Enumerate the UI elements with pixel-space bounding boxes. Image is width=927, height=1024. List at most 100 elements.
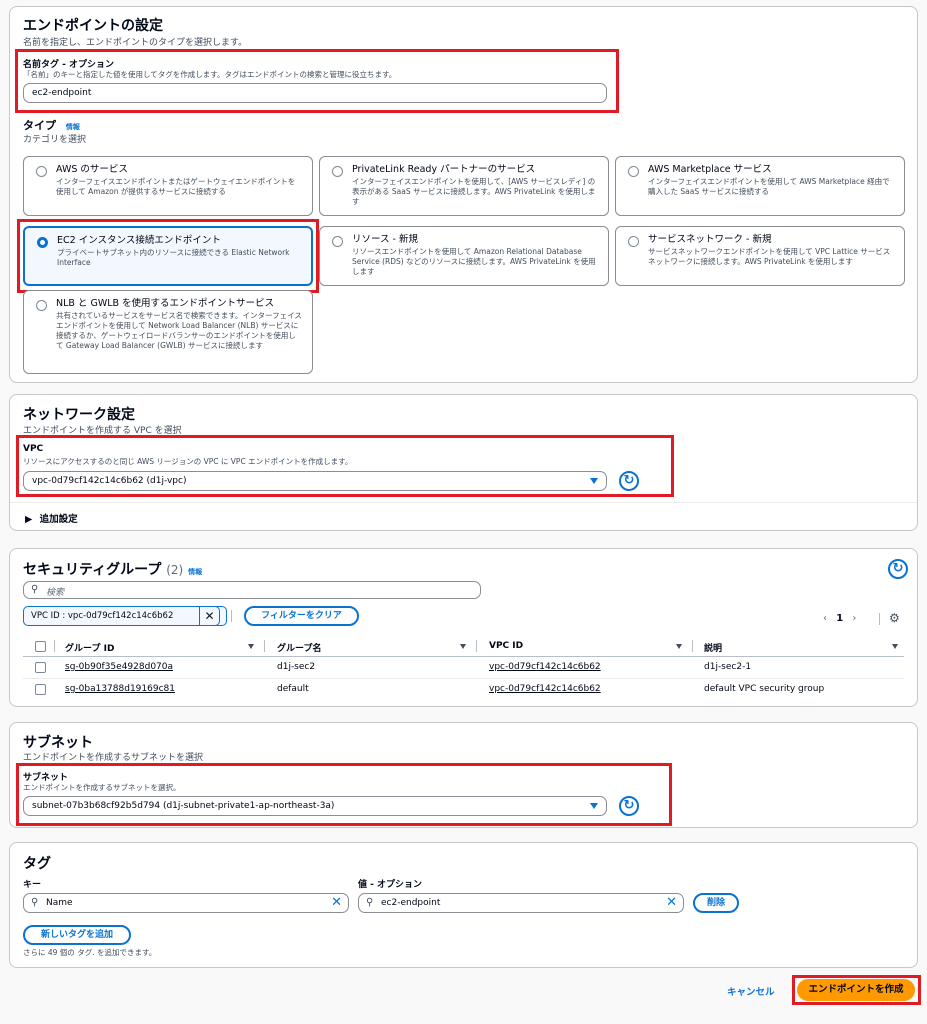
- sort-icon[interactable]: [248, 644, 254, 649]
- sort-icon[interactable]: [892, 644, 898, 649]
- radio-aws-services[interactable]: [36, 166, 47, 177]
- search-icon: ⚲: [366, 897, 374, 908]
- radio-marketplace[interactable]: [628, 166, 639, 177]
- tag-key-label: キー: [23, 880, 42, 890]
- clear-filters-button[interactable]: フィルターをクリア: [244, 606, 359, 626]
- column-header-group-id[interactable]: グループ ID: [65, 641, 114, 654]
- radio-privatelink-partner[interactable]: [332, 166, 343, 177]
- sg-info-link[interactable]: 情報: [188, 568, 202, 576]
- additional-settings-toggle[interactable]: ▶ 追加設定: [25, 511, 78, 525]
- type-tile-service-network[interactable]: サービスネットワーク - 新規 サービスネットワークエンドポイントを使用して V…: [615, 226, 905, 286]
- search-icon: ⚲: [31, 897, 39, 908]
- separator: [54, 640, 55, 652]
- row-checkbox[interactable]: [35, 684, 46, 695]
- network-settings-title: ネットワーク設定: [23, 407, 135, 423]
- radio-resources[interactable]: [332, 236, 343, 247]
- column-header-vpc-id[interactable]: VPC ID: [489, 641, 523, 651]
- sg-search-input[interactable]: ⚲ 検索: [23, 581, 481, 599]
- remove-tag-button[interactable]: 削除: [693, 893, 739, 913]
- vpc-id-link[interactable]: vpc-0d79cf142c14c6b62: [489, 684, 601, 694]
- row-checkbox[interactable]: [35, 662, 46, 673]
- group-name: default: [277, 684, 309, 694]
- endpoint-settings-panel: エンドポイントの設定 名前を指定し、エンドポイントのタイプを選択します。 名前タ…: [9, 6, 918, 383]
- column-header-description[interactable]: 説明: [704, 641, 722, 654]
- close-icon: ✕: [204, 609, 215, 623]
- subnet-desc: エンドポイントを作成するサブネットを選択: [23, 753, 204, 763]
- separator: [264, 640, 265, 652]
- highlight-subnet: [16, 763, 672, 826]
- tile-desc: 共有されているサービスをサービス名で検索できます。インターフェイスエンドポイント…: [56, 311, 302, 350]
- group-id-link[interactable]: sg-0ba13788d19169c81: [65, 684, 175, 694]
- tile-desc: リソースエンドポイントを使用して Amazon Relational Datab…: [352, 247, 596, 276]
- tags-panel: タグ キー 値 - オプション ⚲ Name ✕ ⚲ ec2-endpoint …: [9, 842, 918, 968]
- group-name: d1j-sec2: [277, 662, 316, 672]
- tag-value-value: ec2-endpoint: [381, 898, 441, 908]
- radio-nlb-gwlb[interactable]: [36, 300, 47, 311]
- caret-right-icon: ▶: [25, 514, 33, 525]
- type-label: タイプ 情報: [23, 117, 80, 133]
- select-all-checkbox[interactable]: [35, 641, 46, 652]
- tag-key-input[interactable]: ⚲ Name ✕: [23, 893, 349, 913]
- radio-service-network[interactable]: [628, 236, 639, 247]
- separator: [692, 640, 693, 652]
- separator: [476, 640, 477, 652]
- type-tile-privatelink-partner[interactable]: PrivateLink Ready パートナーのサービス インターフェイスエンド…: [319, 156, 609, 216]
- tile-desc: サービスネットワークエンドポイントを使用して VPC Lattice サービスネ…: [648, 247, 891, 266]
- refresh-sg-icon[interactable]: ↻: [888, 559, 908, 579]
- highlight-create-button: [792, 975, 921, 1005]
- tile-title: NLB と GWLB を使用するエンドポイントサービス: [56, 298, 275, 309]
- tag-value-label: 値 - オプション: [358, 880, 423, 890]
- chevron-right-icon[interactable]: ›: [852, 613, 856, 624]
- add-tag-button[interactable]: 新しいタグを追加: [23, 925, 131, 945]
- type-tile-aws-services[interactable]: AWS のサービス インターフェイスエンドポイントまたはゲートウェイエンドポイン…: [23, 156, 313, 216]
- tags-remaining: さらに 49 個の タグ. を追加できます。: [23, 948, 157, 957]
- endpoint-settings-desc: 名前を指定し、エンドポイントのタイプを選択します。: [23, 38, 248, 48]
- clear-icon[interactable]: ✕: [331, 895, 342, 910]
- separator: [231, 610, 232, 622]
- group-id-link[interactable]: sg-0b90f35e4928d070a: [65, 662, 173, 672]
- type-tile-nlb-gwlb[interactable]: NLB と GWLB を使用するエンドポイントサービス 共有されているサービスを…: [23, 290, 313, 374]
- endpoint-settings-title: エンドポイントの設定: [23, 18, 163, 34]
- tile-desc: インターフェイスエンドポイントを使用して AWS Marketplace 経由で…: [648, 177, 890, 196]
- tags-title: タグ: [23, 856, 51, 872]
- type-tile-resources[interactable]: リソース - 新規 リソースエンドポイントを使用して Amazon Relati…: [319, 226, 609, 286]
- type-desc: カテゴリを選択: [23, 135, 87, 145]
- sg-count: (2): [166, 563, 184, 577]
- sg-title: セキュリティグループ (2) 情報: [23, 559, 202, 579]
- search-icon: ⚲: [31, 584, 39, 595]
- gear-icon[interactable]: ⚙: [889, 611, 900, 625]
- separator: [879, 613, 880, 625]
- sg-search-placeholder: 検索: [46, 588, 65, 598]
- tile-title: PrivateLink Ready パートナーのサービス: [352, 164, 536, 175]
- sort-icon[interactable]: [460, 644, 466, 649]
- tile-title: AWS のサービス: [56, 164, 128, 175]
- type-info-link[interactable]: 情報: [66, 123, 80, 131]
- tile-title: リソース - 新規: [352, 234, 418, 245]
- current-page[interactable]: 1: [836, 613, 843, 624]
- table-row[interactable]: sg-0b90f35e4928d070a d1j-sec2 vpc-0d79cf…: [23, 657, 904, 679]
- table-row[interactable]: sg-0ba13788d19169c81 default vpc-0d79cf1…: [23, 679, 904, 701]
- chevron-left-icon[interactable]: ‹: [823, 613, 827, 624]
- type-tile-marketplace[interactable]: AWS Marketplace サービス インターフェイスエンドポイントを使用し…: [615, 156, 905, 216]
- sg-title-text: セキュリティグループ: [23, 562, 162, 578]
- tile-desc: インターフェイスエンドポイントまたはゲートウェイエンドポイントを使用して Ama…: [56, 177, 296, 196]
- highlight-ec2-tile: [17, 219, 319, 293]
- sort-icon[interactable]: [676, 644, 682, 649]
- cancel-button[interactable]: キャンセル: [727, 984, 775, 998]
- tag-value-input[interactable]: ⚲ ec2-endpoint ✕: [358, 893, 684, 913]
- highlight-vpc: [16, 435, 674, 497]
- group-description: default VPC security group: [704, 684, 825, 694]
- filter-token-remove[interactable]: ✕: [199, 606, 220, 626]
- column-header-group-name[interactable]: グループ名: [277, 641, 321, 654]
- vpc-id-link[interactable]: vpc-0d79cf142c14c6b62: [489, 662, 601, 672]
- tile-title: AWS Marketplace サービス: [648, 164, 772, 175]
- highlight-name-tag: [15, 49, 619, 113]
- tag-key-value: Name: [46, 898, 73, 908]
- tile-desc: インターフェイスエンドポイントを使用して、[AWS サービスレディ] の表示があ…: [352, 177, 596, 206]
- additional-settings-label: 追加設定: [39, 514, 78, 525]
- security-groups-panel: セキュリティグループ (2) 情報 ↻ ⚲ 検索 VPC ID : vpc-0d…: [9, 548, 918, 707]
- subnet-panel: サブネット エンドポイントを作成するサブネットを選択 サブネット エンドポイント…: [9, 722, 918, 828]
- subnet-title: サブネット: [23, 735, 93, 751]
- network-settings-panel: ネットワーク設定 エンドポイントを作成する VPC を選択 VPC リソースにア…: [9, 394, 918, 531]
- clear-icon[interactable]: ✕: [666, 895, 677, 910]
